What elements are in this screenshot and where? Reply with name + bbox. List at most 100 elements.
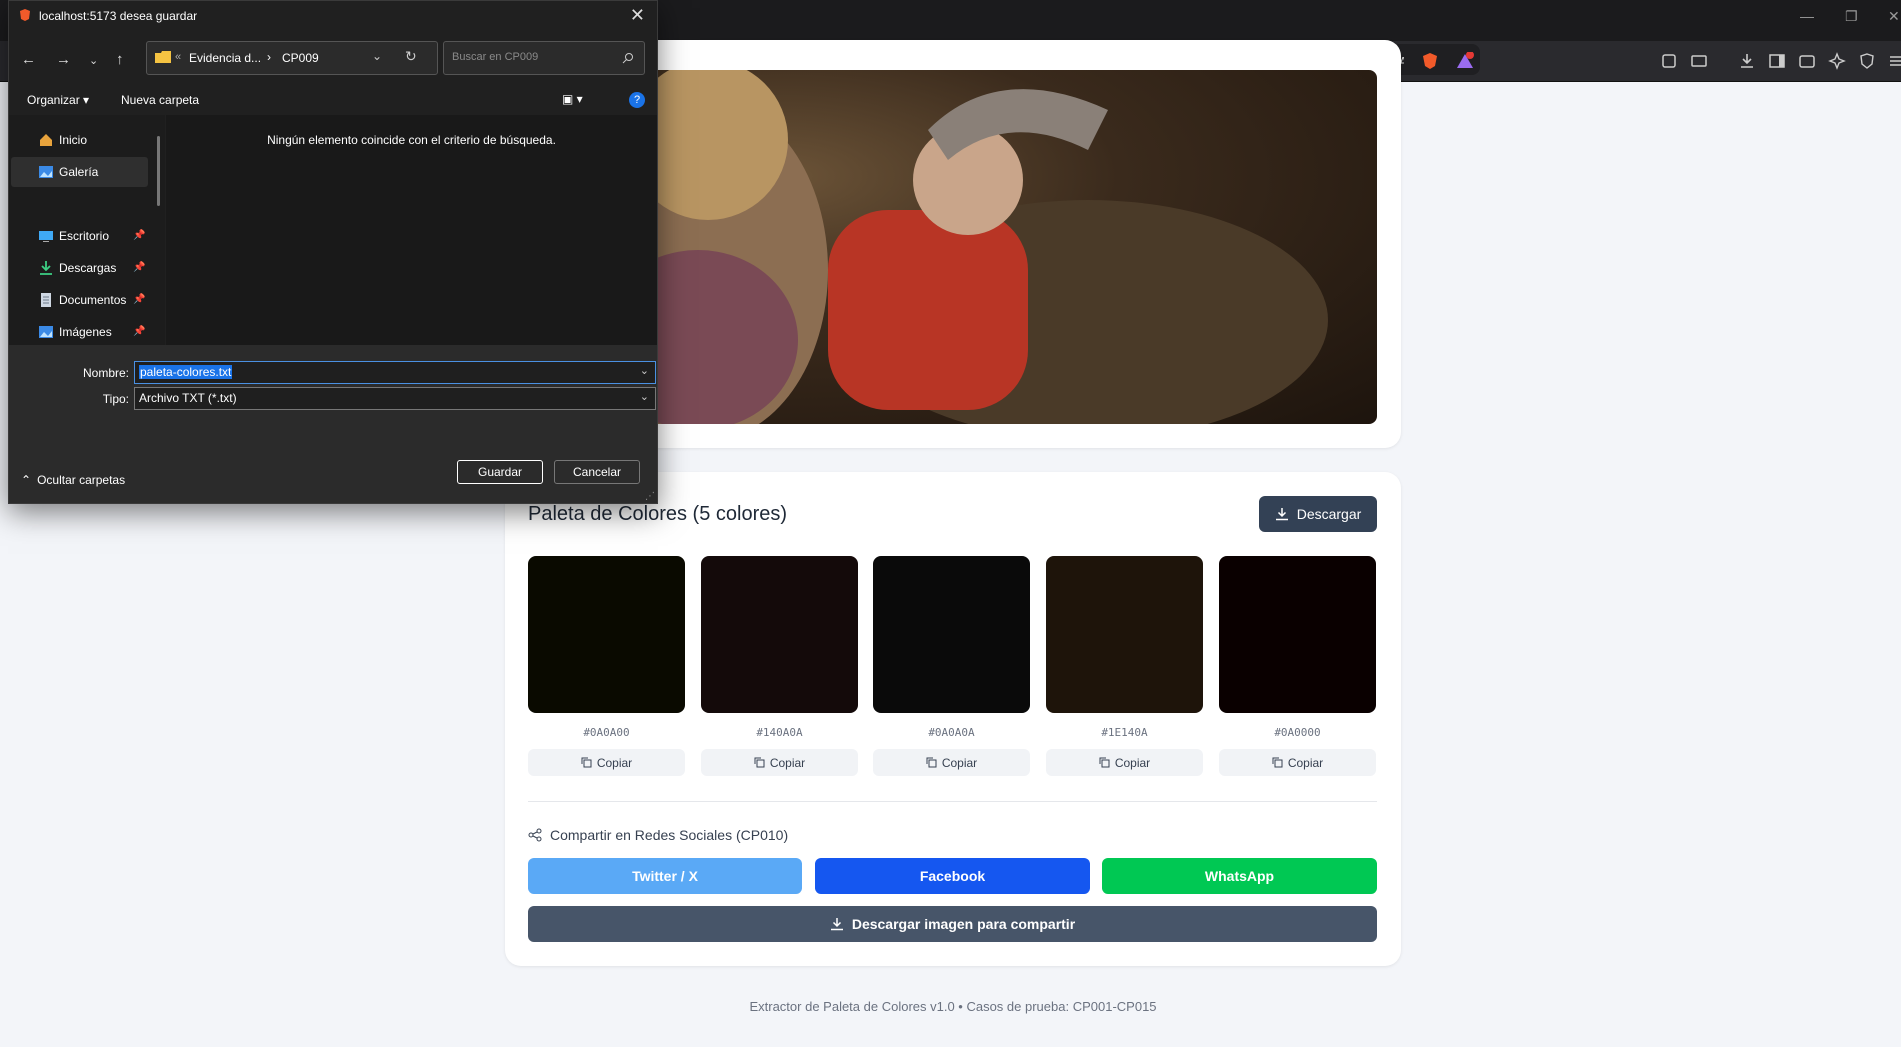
copy-icon xyxy=(926,757,937,768)
brave-shield-icon[interactable] xyxy=(1421,52,1439,70)
share-heading: Compartir en Redes Sociales (CP010) xyxy=(528,827,788,843)
brave-logo-icon xyxy=(20,9,30,21)
filename-label: Nombre: xyxy=(82,366,129,380)
copy-button[interactable]: Copiar xyxy=(1046,749,1203,776)
help-icon[interactable]: ? xyxy=(629,92,645,108)
pin-icon[interactable]: 📌 xyxy=(133,326,145,337)
download-palette-button[interactable]: Descargar xyxy=(1259,496,1377,532)
share-title: Compartir en Redes Sociales (CP010) xyxy=(550,827,789,843)
cancel-button[interactable]: Cancelar xyxy=(554,460,640,484)
maximize-button[interactable]: ❐ xyxy=(1845,8,1858,25)
pin-icon[interactable]: 📌 xyxy=(133,294,145,305)
color-hex: #140A0A xyxy=(756,726,803,739)
desktop-icon xyxy=(39,231,53,242)
copy-button[interactable]: Copiar xyxy=(873,749,1030,776)
sidebar-item-label: Documentos xyxy=(59,293,127,307)
copy-button[interactable]: Copiar xyxy=(528,749,685,776)
download-share-image-button[interactable]: Descargar imagen para compartir xyxy=(528,906,1377,942)
type-label: Tipo: xyxy=(102,392,129,406)
sidebar-item-galeria[interactable]: Galería xyxy=(39,165,98,179)
recent-locations-icon[interactable]: ⌄ xyxy=(89,54,98,67)
download-share-image-label: Descargar imagen para compartir xyxy=(851,916,1076,932)
sidebar-item-descargas[interactable]: Descargas xyxy=(39,261,116,275)
downloads-icon[interactable] xyxy=(1738,52,1756,70)
color-hex: #0A0A00 xyxy=(583,726,630,739)
chevron-down-icon[interactable]: ⌄ xyxy=(640,364,649,377)
copy-icon xyxy=(754,757,765,768)
copy-button[interactable]: Copiar xyxy=(1219,749,1376,776)
breadcrumb-separator: › xyxy=(267,50,271,64)
extensions-icon[interactable] xyxy=(1660,52,1678,70)
chevron-up-icon: ⌃ xyxy=(21,473,32,487)
screenshot-icon[interactable] xyxy=(1690,52,1708,70)
sidebar-item-inicio[interactable]: Inicio xyxy=(39,133,87,147)
resize-grip-icon[interactable]: ⋰ xyxy=(645,491,655,502)
search-field[interactable]: Buscar en CP009 xyxy=(443,41,645,75)
download-palette-label: Descargar xyxy=(1296,506,1362,522)
footer-text: Extractor de Paleta de Colores v1.0 • Ca… xyxy=(749,999,1157,1014)
up-arrow-icon[interactable]: ↑ xyxy=(116,51,124,68)
color-swatch[interactable] xyxy=(528,556,685,713)
color-hex: #1E140A xyxy=(1101,726,1148,739)
breadcrumb[interactable]: « Evidencia d... › CP009 ⌄ ↻ xyxy=(146,41,438,75)
download-icon xyxy=(830,918,843,931)
file-list-pane[interactable] xyxy=(166,115,657,345)
color-swatch[interactable] xyxy=(1219,556,1376,713)
copy-icon xyxy=(581,757,592,768)
pin-icon[interactable]: 📌 xyxy=(133,262,145,273)
filename-field[interactable]: paleta-colores.txt ⌄ xyxy=(134,361,656,384)
menu-icon[interactable] xyxy=(1888,52,1901,70)
sidebar-icon[interactable] xyxy=(1768,52,1786,70)
view-options-icon[interactable]: ▣ ▾ xyxy=(562,92,583,106)
copy-label: Copiar xyxy=(769,755,806,770)
back-arrow-icon[interactable]: ← xyxy=(21,51,36,68)
type-value: Archivo TXT (*.txt) xyxy=(139,391,237,405)
leo-ai-icon[interactable] xyxy=(1828,52,1846,70)
sidebar-item-label: Galería xyxy=(59,165,99,179)
download-icon xyxy=(40,261,52,275)
organize-label: Organizar xyxy=(27,93,80,107)
color-swatch[interactable] xyxy=(873,556,1030,713)
chevron-down-icon[interactable]: ⌄ xyxy=(640,390,649,403)
dialog-close-button[interactable]: ✕ xyxy=(630,5,645,26)
color-hex: #0A0000 xyxy=(1274,726,1321,739)
forward-arrow-icon[interactable]: → xyxy=(56,51,71,68)
minimize-button[interactable]: — xyxy=(1800,8,1814,24)
breadcrumb-current[interactable]: CP009 xyxy=(282,51,319,65)
pin-icon[interactable]: 📌 xyxy=(133,230,145,241)
empty-message: Ningún elemento coincide con el criterio… xyxy=(267,133,556,147)
new-folder-button[interactable]: Nueva carpeta xyxy=(121,93,199,107)
breadcrumb-folder[interactable]: Evidencia d... xyxy=(189,51,261,65)
sidebar-scrollbar[interactable] xyxy=(157,136,160,206)
chevron-down-icon[interactable]: ⌄ xyxy=(372,49,382,63)
sidebar-item-label: Escritorio xyxy=(59,229,110,243)
document-icon xyxy=(41,293,51,307)
share-whatsapp-button[interactable]: WhatsApp xyxy=(1102,858,1377,894)
sidebar-item-imagenes[interactable]: Imágenes xyxy=(39,325,112,339)
sidebar-item-documentos[interactable]: Documentos xyxy=(39,293,126,307)
copy-button[interactable]: Copiar xyxy=(701,749,858,776)
search-icon xyxy=(622,53,633,64)
sidebar-item-escritorio[interactable]: Escritorio xyxy=(39,229,109,243)
filename-value: paleta-colores.txt xyxy=(139,365,233,379)
copy-icon xyxy=(1272,757,1283,768)
color-swatch[interactable] xyxy=(1046,556,1203,713)
search-placeholder: Buscar en CP009 xyxy=(452,51,539,63)
color-hex: #0A0A0A xyxy=(928,726,975,739)
wallet-icon[interactable] xyxy=(1798,52,1816,70)
share-twitter-button[interactable]: Twitter / X xyxy=(528,858,802,894)
type-select[interactable]: Archivo TXT (*.txt) ⌄ xyxy=(134,387,656,410)
hide-folders-toggle[interactable]: ⌃ Ocultar carpetas xyxy=(21,473,125,487)
vpn-shield-icon[interactable] xyxy=(1858,52,1876,70)
breadcrumb-prefix: « xyxy=(175,51,182,63)
copy-icon xyxy=(1099,757,1110,768)
brave-rewards-icon[interactable] xyxy=(1456,51,1474,70)
refresh-icon[interactable]: ↻ xyxy=(405,48,417,65)
organize-menu[interactable]: Organizar ▾ xyxy=(27,93,89,107)
save-button[interactable]: Guardar xyxy=(457,460,543,484)
share-facebook-button[interactable]: Facebook xyxy=(815,858,1090,894)
sidebar-item-label: Descargas xyxy=(59,261,117,275)
color-swatch[interactable] xyxy=(701,556,858,713)
close-window-button[interactable]: ✕ xyxy=(1888,8,1900,25)
copy-label: Copiar xyxy=(596,755,633,770)
